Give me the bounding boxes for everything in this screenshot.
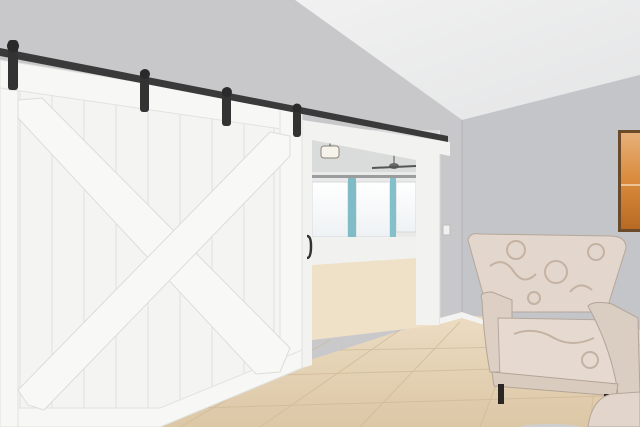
- light-switch: [442, 224, 451, 236]
- armchair-leg: [498, 384, 504, 404]
- armchair: [467, 233, 640, 404]
- room-photo: [0, 0, 640, 427]
- sunroom-window-right: [395, 181, 417, 233]
- wall-art: [618, 130, 640, 232]
- sunroom-window-left: [311, 181, 349, 238]
- room-illustration: [0, 0, 640, 427]
- sunroom-window-center: [355, 181, 391, 238]
